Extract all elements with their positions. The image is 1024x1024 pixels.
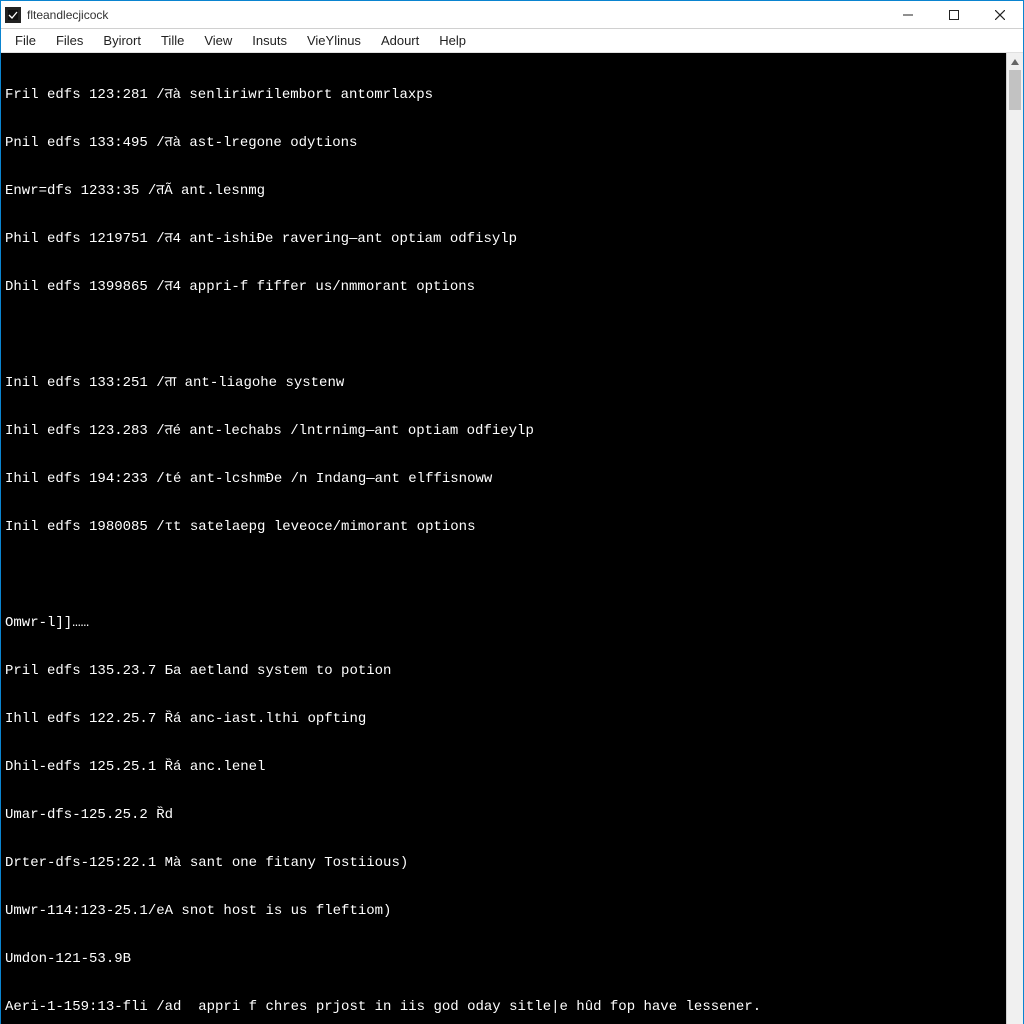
terminal-line: Umdon-121-53.9B [5, 951, 1002, 967]
terminal-output[interactable]: Fril edfs 123:281 /तà senliriwrilembort … [1, 53, 1006, 1024]
terminal-line: Ihil edfs 123.283 /तé ant-lechabs /lntrn… [5, 423, 1002, 439]
terminal-line: Inil edfs 1980085 /τt satelaepg leveoce/… [5, 519, 1002, 535]
window-title: flteandlecjicock [27, 8, 108, 22]
terminal-line: Inil edfs 133:251 /ता ant-liagohe systen… [5, 375, 1002, 391]
terminal-line: Umwr-114:123-25.1/eA snot host is us fle… [5, 903, 1002, 919]
terminal-blank [5, 567, 1002, 583]
scrollbar-thumb[interactable] [1009, 70, 1021, 110]
terminal-line: Enwr=dfs 1233:35 /तÃ ant.lesnmg [5, 183, 1002, 199]
chevron-up-icon [1011, 58, 1019, 66]
app-icon [5, 7, 21, 23]
menu-help[interactable]: Help [429, 31, 476, 50]
close-button[interactable] [977, 1, 1023, 28]
terminal-area: Fril edfs 123:281 /तà senliriwrilembort … [1, 53, 1023, 1024]
menubar: File Files Byirort Tille View Insuts Vie… [1, 29, 1023, 53]
terminal-line: Ihll edfs 122.25.7 Ȑá anc-iast.lthi opft… [5, 711, 1002, 727]
menu-adourt[interactable]: Adourt [371, 31, 429, 50]
terminal-line: Fril edfs 123:281 /तà senliriwrilembort … [5, 87, 1002, 103]
menu-insuts[interactable]: Insuts [242, 31, 297, 50]
terminal-line: Pnil edfs 133:495 /तà ast-lregone odytio… [5, 135, 1002, 151]
terminal-line: Dhil edfs 1399865 /त4 appri-f fiffer us/… [5, 279, 1002, 295]
menu-files[interactable]: Files [46, 31, 93, 50]
menu-tille[interactable]: Tille [151, 31, 194, 50]
terminal-line: Umar-dfs-125.25.2 Ȑd [5, 807, 1002, 823]
menu-byirort[interactable]: Byirort [93, 31, 151, 50]
terminal-line: Ihil edfs 194:233 /té ant-lcshmÐe /n Ind… [5, 471, 1002, 487]
terminal-line: Omwr-l]]…… [5, 615, 1002, 631]
terminal-line: Aeri-1-159:13-fli /ad appri f chres prjo… [5, 999, 1002, 1015]
minimize-button[interactable] [885, 1, 931, 28]
scroll-up-button[interactable] [1007, 53, 1023, 70]
vertical-scrollbar[interactable] [1006, 53, 1023, 1024]
terminal-line: Phil edfs 1219751 /त4 ant-ishiÐe raverin… [5, 231, 1002, 247]
terminal-blank [5, 327, 1002, 343]
maximize-button[interactable] [931, 1, 977, 28]
menu-vieylinus[interactable]: VieYlinus [297, 31, 371, 50]
terminal-line: Dhil-edfs 125.25.1 Ȑá anc.lenel [5, 759, 1002, 775]
window-controls [885, 1, 1023, 28]
terminal-line: Pril edfs 135.23.7 Бa aetland system to … [5, 663, 1002, 679]
menu-view[interactable]: View [194, 31, 242, 50]
scrollbar-track[interactable] [1007, 70, 1023, 1024]
titlebar: flteandlecjicock [1, 1, 1023, 29]
app-window: flteandlecjicock File Files Byirort Till… [0, 0, 1024, 1024]
terminal-line: Drter-dfs-125:22.1 Mà sant one fitany To… [5, 855, 1002, 871]
menu-file[interactable]: File [5, 31, 46, 50]
